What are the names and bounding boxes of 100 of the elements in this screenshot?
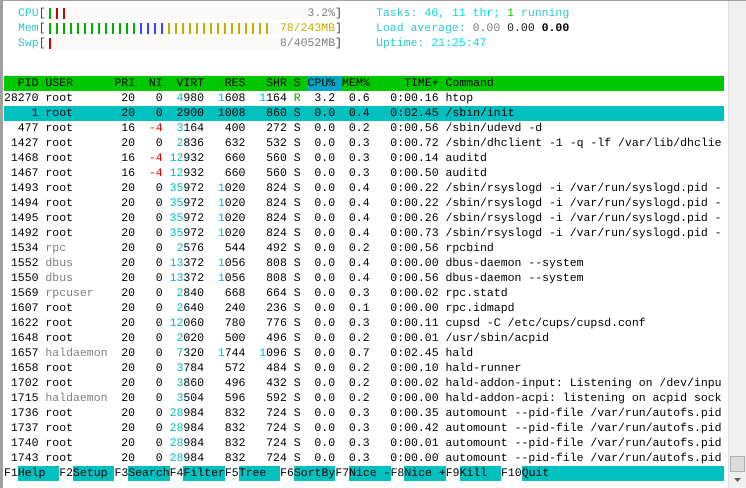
function-key-button[interactable]: Quit xyxy=(522,466,724,481)
table-cell-text: 0.3 xyxy=(348,136,370,151)
table-cell: S xyxy=(294,331,301,346)
table-cell-text: 20 xyxy=(120,436,136,451)
meter-reading: 3.2% xyxy=(307,6,336,21)
process-row[interactable]: 1743 root 20 0 28984 832 724 S 0.0 0.3 0:00.00 automount --pid-file /var/run/autofs.pid xyxy=(4,451,724,466)
function-key-button[interactable]: Nice + xyxy=(404,466,446,481)
function-key-button[interactable]: Nice - xyxy=(349,466,391,481)
column-header[interactable]: TIME+ xyxy=(376,76,439,91)
function-key-button[interactable]: Tree xyxy=(238,466,280,481)
scrollbar-thumb[interactable] xyxy=(730,456,745,472)
process-row[interactable]: 1495 root 20 0 35972 1020 824 S 0.0 0.4 0:00.26 /sbin/rsyslogd -i /var/run/syslogd.pid - xyxy=(4,211,724,226)
process-row[interactable]: 1740 root 20 0 28984 832 724 S 0.0 0.3 0:00.01 automount --pid-file /var/run/autofs.pid xyxy=(4,436,724,451)
column-header[interactable]: PRI xyxy=(114,76,136,91)
process-row[interactable]: 1737 root 20 0 28984 832 724 S 0.0 0.3 0:00.42 automount --pid-file /var/run/autofs.pid xyxy=(4,421,724,436)
table-cell: S xyxy=(294,106,301,121)
table-cell-text: 0 xyxy=(154,316,163,331)
table-cell-text: 0 xyxy=(154,241,163,256)
table-cell-text: rpcbind xyxy=(446,241,495,256)
table-cell-text: 0.0 xyxy=(313,361,336,376)
column-header[interactable]: CPU% xyxy=(308,76,342,91)
function-key-button[interactable]: Filter xyxy=(183,466,225,481)
function-key-button[interactable]: Setup xyxy=(73,466,114,481)
function-key-button[interactable]: SortBy xyxy=(294,466,336,481)
column-header[interactable]: Command xyxy=(446,76,724,91)
table-cell: 13372 xyxy=(170,256,204,271)
process-row[interactable]: 1493 root 20 0 35972 1020 824 S 0.0 0.4 0:00.22 /sbin/rsyslogd -i /var/run/syslogd.pid - xyxy=(4,181,724,196)
table-cell-text: 532 xyxy=(265,136,287,151)
table-cell-text: 0 xyxy=(154,406,163,421)
table-cell-text: 2836 xyxy=(175,136,204,151)
table-cell-text: 0:00.02 xyxy=(389,286,439,301)
table-cell-text: 2576 xyxy=(175,241,204,256)
table-cell-text: 1096 xyxy=(258,346,287,361)
function-key-button[interactable]: Help xyxy=(18,466,60,481)
function-key-button[interactable]: Search xyxy=(128,466,170,481)
table-cell-text: 0.0 xyxy=(313,256,336,271)
table-cell-text: 1493 xyxy=(10,181,38,196)
column-header[interactable]: SHR xyxy=(252,76,287,91)
table-cell-text: hald xyxy=(446,346,474,361)
process-row[interactable]: 1427 root 20 0 2836 632 532 S 0.0 0.3 0:00.72 /sbin/dhclient -1 -q -lf /var/lib/dhclie xyxy=(4,136,724,151)
table-cell-text: 20 xyxy=(120,136,136,151)
process-row[interactable]: 1569 rpcuser 20 0 2840 668 664 S 0.0 0.3 0:00.02 rpc.statd xyxy=(4,286,724,301)
process-row[interactable]: 1607 root 20 0 2640 240 236 S 0.0 0.1 0:00.00 rpc.idmapd xyxy=(4,301,724,316)
table-cell-text: 1658 xyxy=(10,361,38,376)
column-header[interactable]: USER xyxy=(45,76,108,91)
table-cell-text: 0.2 xyxy=(348,331,370,346)
table-cell-text: 0.3 xyxy=(348,451,370,466)
table-cell-text: 3164 xyxy=(175,121,204,136)
table-cell: 28984 xyxy=(170,421,204,436)
table-cell-text: 0 xyxy=(154,376,163,391)
table-cell-text: 0.0 xyxy=(313,331,336,346)
info-value: 0.00 xyxy=(542,21,570,36)
key-label: F10 xyxy=(500,466,522,481)
table-cell-text: 0.3 xyxy=(348,406,370,421)
process-row[interactable]: 1492 root 20 0 35972 1020 824 S 0.0 0.4 0:00.73 /sbin/rsyslogd -i /var/run/syslogd.pid - xyxy=(4,226,724,241)
process-row[interactable]: 1648 root 20 0 2020 500 496 S 0.0 0.2 0:00.01 /usr/sbin/acpid xyxy=(4,331,724,346)
process-row[interactable]: 1658 root 20 0 3784 572 484 S 0.0 0.2 0:00.10 hald-runner xyxy=(4,361,724,376)
process-row[interactable]: 1715 haldaemon 20 0 3504 596 592 S 0.0 0.2 0:00.00 hald-addon-acpi: listening on acpid sock xyxy=(4,391,724,406)
table-cell-text: root xyxy=(45,301,74,316)
table-cell-text: 0:00.56 xyxy=(389,241,439,256)
selected-row[interactable]: 1 root 20 0 2900 1008 860 S 0.0 0.4 0:02.45 /sbin/init xyxy=(4,106,724,121)
table-cell-text: 20 xyxy=(120,106,136,121)
process-row[interactable]: 477 root 16 -4 3164 400 272 S 0.0 0.2 0:00.56 /sbin/udevd -d xyxy=(4,121,724,136)
process-row[interactable]: 1552 dbus 20 0 13372 1056 808 S 0.0 0.4 0:00.00 dbus-daemon --system xyxy=(4,256,724,271)
table-cell-text: 0:02.45 xyxy=(389,346,439,361)
table-cell-text: 0.7 xyxy=(348,346,370,361)
column-header[interactable]: VIRT xyxy=(170,76,204,91)
table-cell-text: 668 xyxy=(224,286,246,301)
scroll-down-icon[interactable] xyxy=(734,478,741,482)
table-cell-text: 1657 xyxy=(10,346,38,361)
table-cell-text: 0.0 xyxy=(313,391,336,406)
column-header[interactable]: RES xyxy=(210,76,246,91)
column-header[interactable]: MEM% xyxy=(342,76,370,91)
table-cell-text: /sbin/rsyslogd -i /var/run/syslogd.pid - xyxy=(446,181,723,196)
process-row[interactable]: 1494 root 20 0 35972 1020 824 S 0.0 0.4 0:00.22 /sbin/rsyslogd -i /var/run/syslogd.pid - xyxy=(4,196,724,211)
table-cell-text: 1608 xyxy=(216,91,246,106)
table-cell-text: 0.2 xyxy=(348,241,370,256)
process-row[interactable]: 1534 rpc 20 0 2576 544 492 S 0.0 0.2 0:00.56 rpcbind xyxy=(4,241,724,256)
column-header[interactable]: NI xyxy=(142,76,163,91)
function-key-button[interactable]: Kill xyxy=(460,466,501,481)
process-row[interactable]: 1468 root 16 -4 12932 660 560 S 0.0 0.3 0:00.14 auditd xyxy=(4,151,724,166)
process-row[interactable]: 1657 haldaemon 20 0 7320 1744 1096 S 0.0 0.7 0:02.45 hald xyxy=(4,346,724,361)
process-row[interactable]: 1467 root 16 -4 12932 660 560 S 0.0 0.3 0:00.50 auditd xyxy=(4,166,724,181)
scrollbar[interactable] xyxy=(728,1,746,488)
table-cell-text: 0.0 xyxy=(313,301,336,316)
table-cell-text: 16 xyxy=(120,151,136,166)
table-cell-text: root xyxy=(45,331,74,346)
process-row[interactable]: 1702 root 20 0 3860 496 432 S 0.0 0.2 0:00.02 hald-addon-input: Listening on /dev/inpu xyxy=(4,376,724,391)
column-header[interactable]: S xyxy=(294,76,301,91)
table-cell-text: 484 xyxy=(265,361,287,376)
process-row[interactable]: 1550 dbus 20 0 13372 1056 808 S 0.0 0.4 0:00.56 dbus-daemon --system xyxy=(4,271,724,286)
column-header[interactable]: PID xyxy=(4,76,38,91)
meter-bracket: ] xyxy=(335,21,342,36)
process-row[interactable]: 1622 root 20 0 12060 780 776 S 0.0 0.3 0:00.11 cupsd -C /etc/cups/cupsd.conf xyxy=(4,316,724,331)
table-cell-text: 20 xyxy=(120,406,136,421)
table-cell-text: 1427 xyxy=(10,136,38,151)
process-row[interactable]: 28270 root 20 0 4980 1608 1164 R 3.2 0.6 0:00.16 htop xyxy=(4,91,724,106)
process-row[interactable]: 1736 root 20 0 28984 832 724 S 0.0 0.3 0:00.35 automount --pid-file /var/run/autofs.pid xyxy=(4,406,724,421)
table-cell-text: root xyxy=(45,421,74,436)
table-cell: 12932 xyxy=(170,166,204,181)
